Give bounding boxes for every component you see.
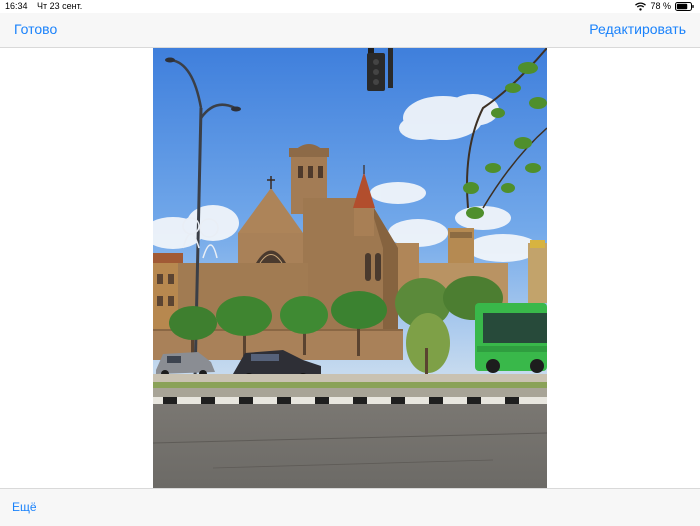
battery-percent: 78 % — [650, 1, 671, 11]
sidewalk — [153, 374, 547, 382]
church-street-photo — [153, 48, 547, 488]
wifi-icon — [635, 2, 647, 11]
done-button[interactable]: Готово — [14, 21, 57, 37]
curb-stripes — [153, 397, 547, 404]
road — [153, 404, 547, 488]
traffic-light — [367, 48, 393, 91]
status-time: 16:34 — [5, 1, 28, 11]
status-date: Чт 23 сент. — [37, 1, 83, 11]
status-right: 78 % — [635, 0, 694, 13]
battery-icon — [675, 2, 694, 11]
more-button[interactable]: Ещё — [12, 500, 37, 514]
status-bar: 16:34 Чт 23 сент. 78 % — [0, 0, 700, 13]
bottom-toolbar: Ещё — [0, 488, 700, 526]
edit-button[interactable]: Редактировать — [589, 21, 686, 37]
battery-fill — [676, 3, 688, 10]
green-bus — [475, 303, 547, 373]
status-left: 16:34 Чт 23 сент. — [5, 0, 82, 13]
navigation-bar: Готово Редактировать — [0, 13, 700, 48]
photo-viewer[interactable] — [153, 48, 547, 488]
